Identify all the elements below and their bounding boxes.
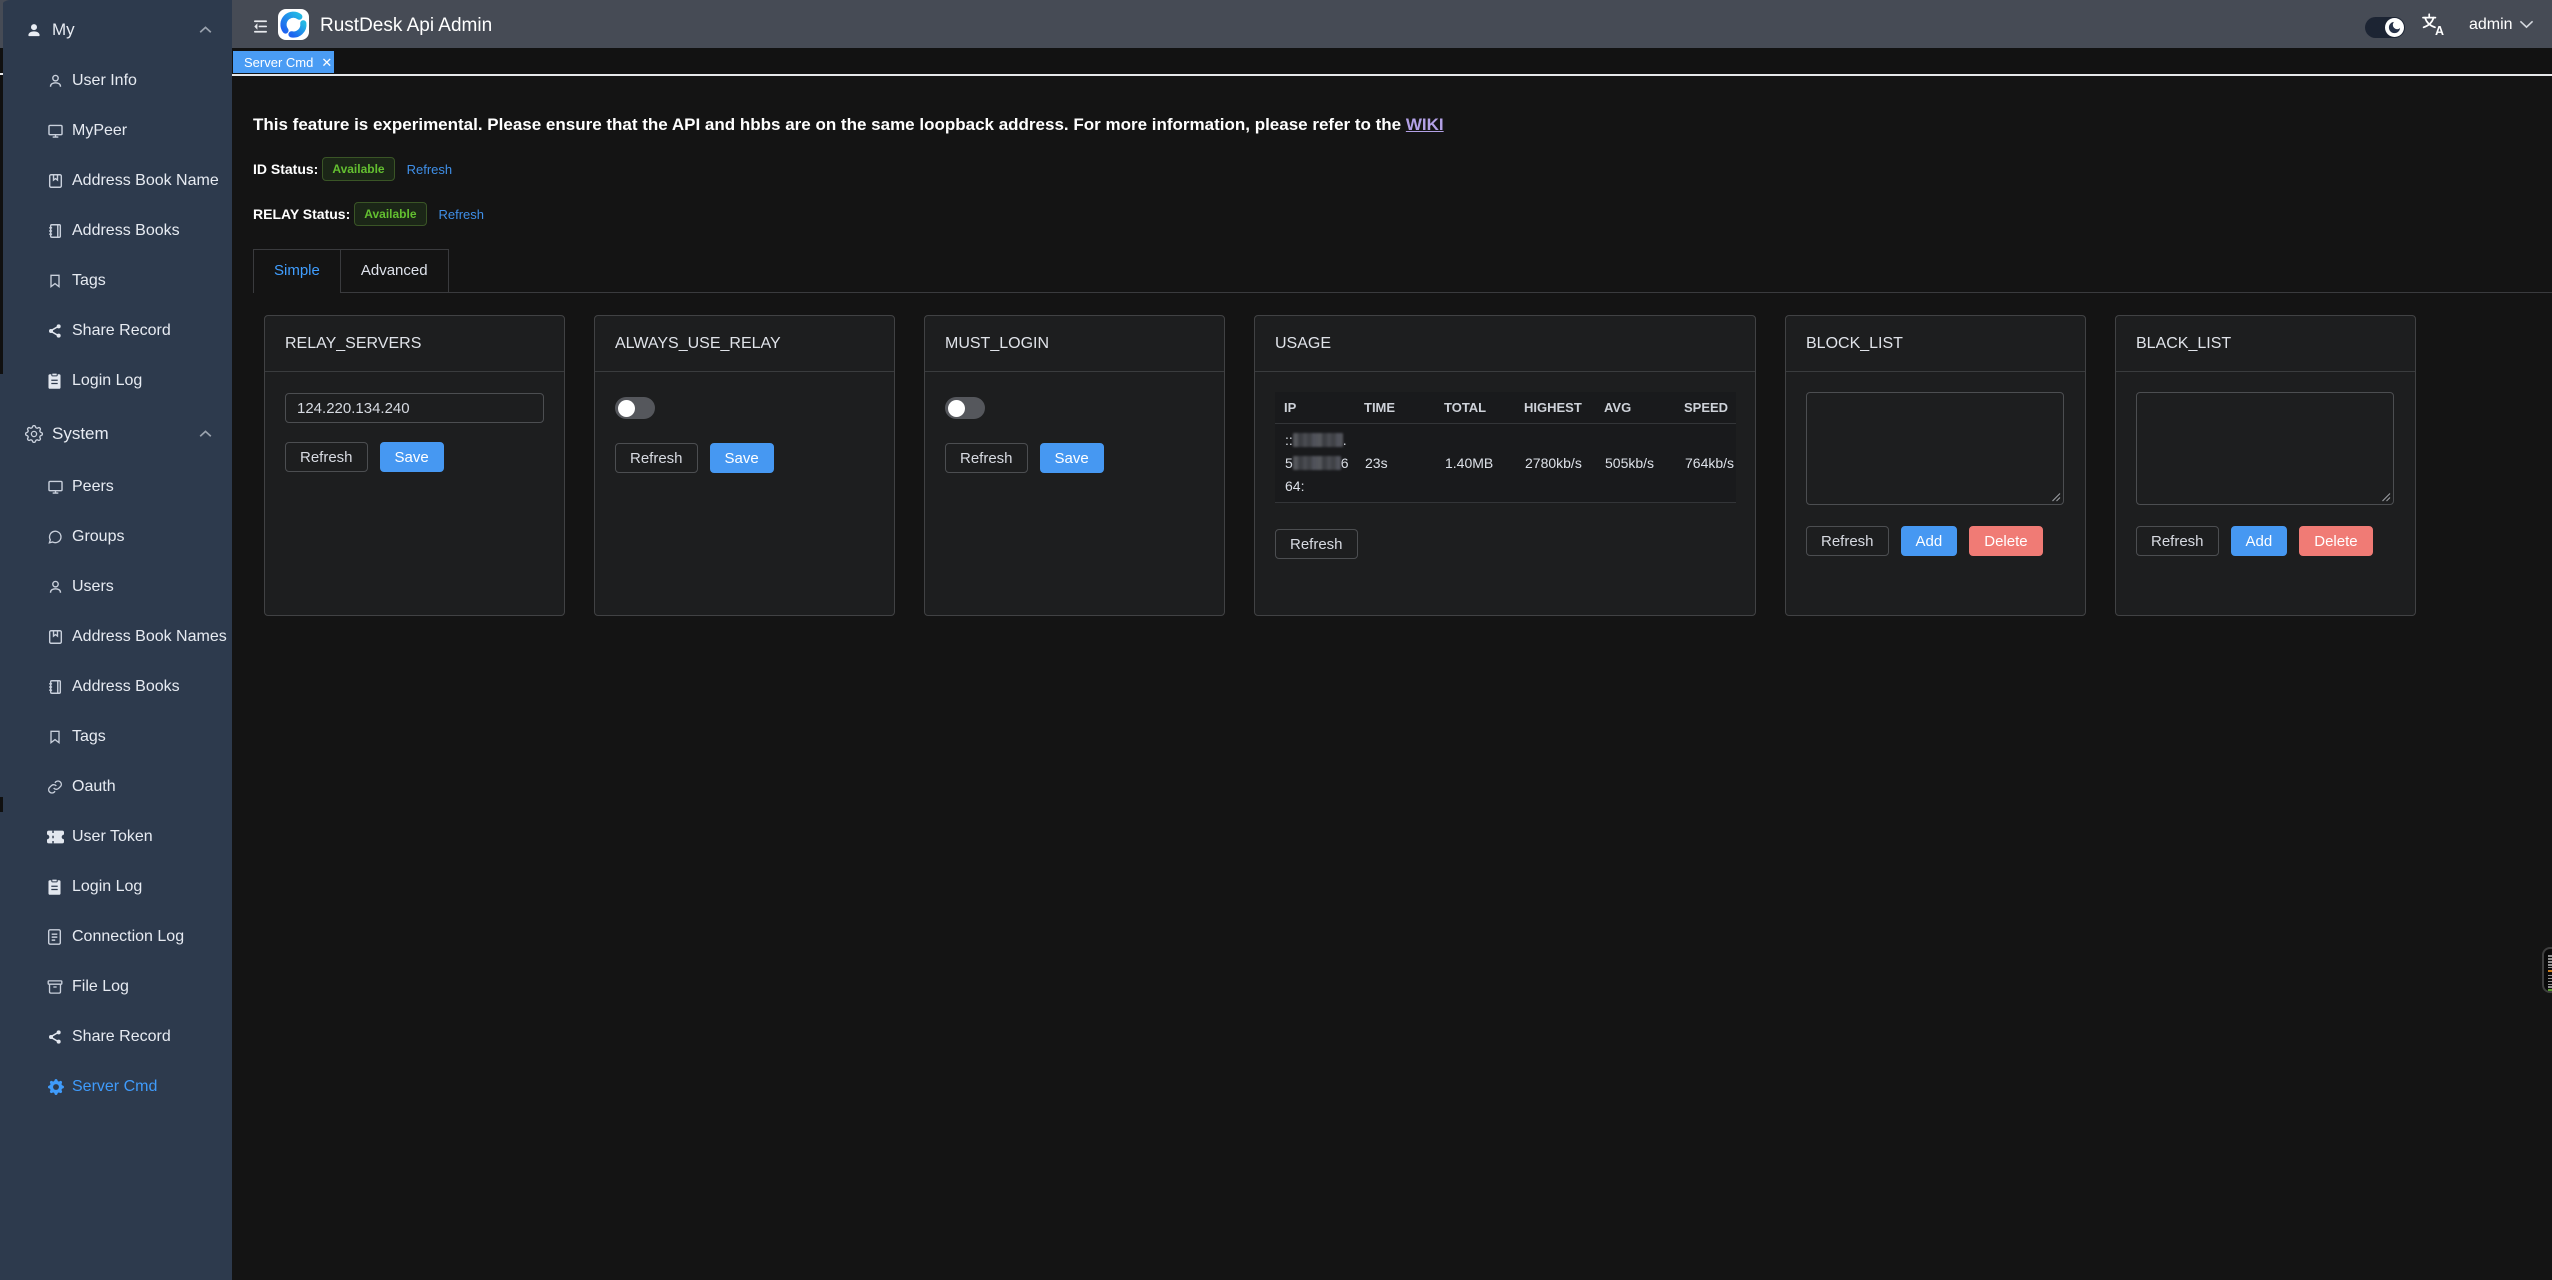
svg-text:A: A bbox=[2435, 24, 2444, 37]
